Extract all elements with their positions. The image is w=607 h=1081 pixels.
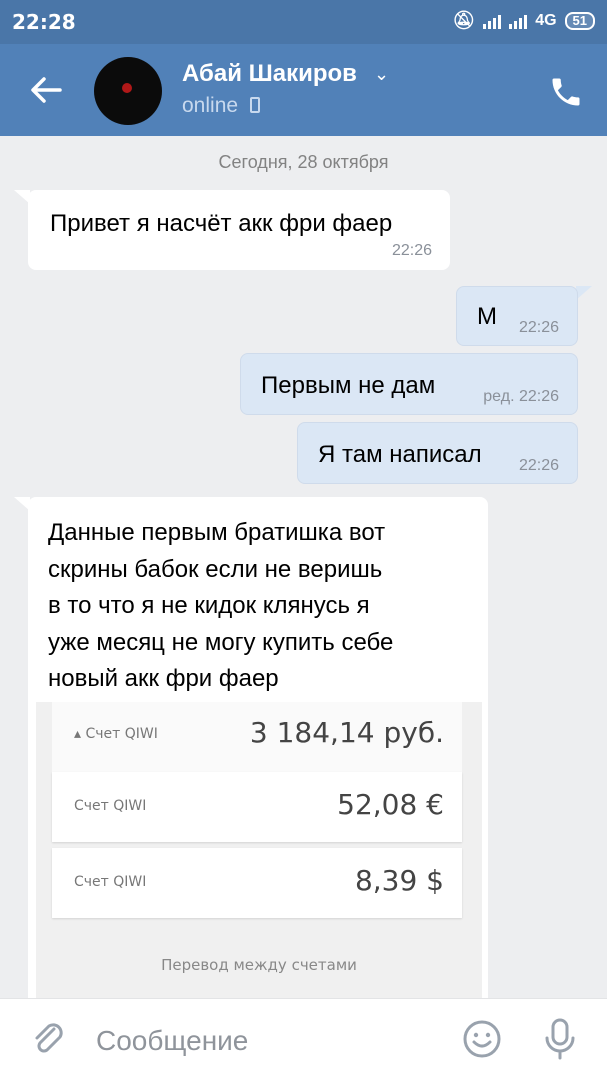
message-outgoing[interactable]: Я там написал 22:26: [297, 422, 578, 484]
qiwi-account-row: Счет QIWI 8,39 $: [52, 848, 462, 918]
contact-name[interactable]: Абай Шакиров: [182, 60, 357, 88]
chevron-down-icon[interactable]: ⌄: [374, 64, 389, 85]
mute-icon: 🔕︎: [452, 10, 476, 30]
qiwi-account-row: ▴ Счет QIWI 3 184,14 руб.: [52, 702, 462, 772]
contact-status: online: [182, 94, 239, 117]
message-text: Привет я насчёт акк фри фаер: [50, 210, 393, 237]
qiwi-account-label: Счет QIWI: [74, 874, 147, 890]
paperclip-icon[interactable]: [28, 1019, 68, 1059]
back-arrow-icon[interactable]: [26, 70, 66, 110]
message-outgoing[interactable]: М 22:26: [456, 286, 578, 346]
message-time: 22:26: [518, 457, 559, 474]
qiwi-account-amount: 52,08 €: [337, 788, 444, 821]
message-time: 22:26: [518, 319, 559, 336]
qiwi-account-row: Счет QIWI 52,08 €: [52, 772, 462, 842]
signal-icon: [483, 13, 502, 29]
avatar[interactable]: [94, 57, 162, 125]
avatar-caption: [106, 99, 150, 105]
network-type: 4G: [535, 11, 557, 29]
message-text: Первым не дам: [261, 372, 436, 399]
phone-call-icon[interactable]: [548, 74, 584, 110]
qiwi-account-amount: 8,39 $: [354, 864, 444, 897]
qiwi-account-label: ▴ Счет QIWI: [74, 726, 158, 742]
rose-icon: [122, 83, 132, 93]
message-text: Я там написал: [318, 441, 482, 468]
message-line: уже месяц не могу купить себе: [48, 628, 394, 656]
message-incoming[interactable]: Привет я насчёт акк фри фаер 22:26: [28, 190, 450, 270]
signal-icon-2: [509, 13, 528, 29]
qiwi-transfer-link: Перевод между счетами: [161, 956, 357, 974]
message-line: в то что я не кидок клянусь я: [48, 592, 370, 619]
chat-header: Абай Шакиров ⌄ online: [0, 44, 607, 136]
message-line: скрины бабок если не веришь: [48, 555, 383, 583]
status-bar: 22:28 🔕︎ 4G 51: [0, 0, 607, 44]
microphone-icon[interactable]: [540, 1017, 580, 1061]
message-time: 22:26: [391, 242, 432, 259]
qiwi-account-amount: 3 184,14 руб.: [249, 716, 444, 749]
attached-image[interactable]: ▴ Счет QIWI 3 184,14 руб. Счет QIWI 52,0…: [36, 702, 482, 1000]
mobile-device-icon: [250, 97, 260, 113]
battery-icon: 51: [564, 11, 595, 30]
message-text: М: [477, 303, 497, 330]
composer-bar: [0, 998, 607, 1081]
message-outgoing[interactable]: Первым не дам ред. 22:26: [240, 353, 578, 415]
message-input[interactable]: [96, 1023, 436, 1059]
message-text: Данные первым братишка вот скрины бабок …: [48, 515, 393, 698]
message-time: ред. 22:26: [483, 388, 559, 405]
emoji-icon[interactable]: [462, 1019, 502, 1059]
date-divider: Сегодня, 28 октября: [218, 152, 389, 172]
bubble-tail: [576, 286, 592, 300]
message-line: Данные первым братишка вот: [48, 519, 386, 546]
status-time: 22:28: [12, 10, 76, 34]
message-line: новый акк фри фаер: [48, 665, 279, 692]
qiwi-account-label: Счет QIWI: [74, 798, 147, 814]
status-icons: 🔕︎ 4G 51: [452, 10, 595, 31]
